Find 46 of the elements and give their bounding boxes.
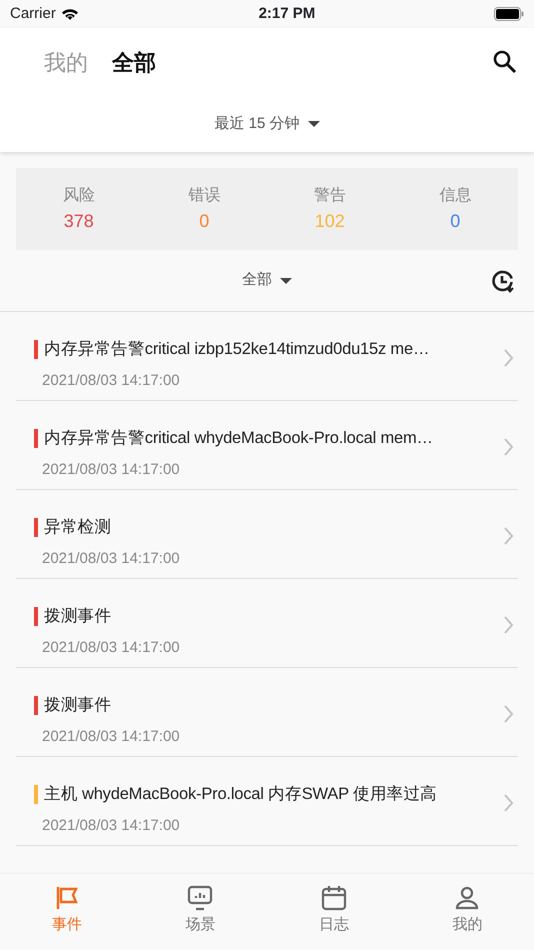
event-row[interactable]: 异常检测 2021/08/03 14:17:00 (16, 490, 518, 579)
event-title: 内存异常告警critical izbp152ke14timzud0du15z me… (44, 339, 430, 360)
header-tab[interactable]: 全部 (100, 42, 168, 82)
tab-bar-item[interactable]: 场景 (134, 874, 267, 950)
event-time: 2021/08/03 14:17:00 (42, 638, 181, 658)
chevron-right-icon (504, 794, 514, 812)
stat-value: 0 (198, 210, 210, 232)
time-range-dropdown[interactable]: 最近 15 分钟 (208, 112, 326, 136)
event-row[interactable]: 内存异常告警critical whydeMacBook-Pro.local mem… 2021/08/03 14:17:00 (16, 401, 518, 490)
stat-value: 378 (62, 210, 95, 232)
monitor-icon (186, 884, 214, 912)
event-time: 2021/08/03 14:17:00 (42, 549, 181, 570)
event-title: 内存异常告警critical whydeMacBook-Pro.local mem… (44, 428, 433, 450)
filter-dropdown[interactable]: 全部 (236, 268, 298, 293)
stat-value: 0 (449, 210, 462, 232)
chevron-right-icon (504, 527, 514, 545)
tab-bar-item[interactable]: 日志 (267, 874, 400, 950)
event-title: 主机 whydeMacBook-Pro.local 内存SWAP 使用率过高 (44, 784, 437, 806)
chevron-right-icon (504, 349, 514, 367)
stat-label: 错误 (187, 186, 222, 206)
stat-label: 警告 (312, 186, 347, 206)
event-title: 异常检测 (44, 517, 112, 538)
chevron-right-icon (504, 616, 514, 634)
event-time: 2021/08/03 14:17:00 (42, 371, 181, 392)
stat-label: 风险 (62, 186, 96, 206)
stat-label: 信息 (438, 186, 472, 206)
carrier-label: Carrier (10, 4, 56, 24)
tab-bar-item[interactable]: 我的 (400, 874, 534, 950)
event-title: 拨测事件 (44, 606, 112, 628)
wifi-icon (60, 7, 80, 21)
event-title: 拨测事件 (44, 695, 112, 716)
event-time: 2021/08/03 14:17:00 (42, 816, 181, 836)
battery-icon (494, 7, 524, 21)
calendar-icon (320, 884, 348, 912)
event-row[interactable]: 拨测事件 2021/08/03 14:17:00 (16, 579, 518, 668)
event-time: 2021/08/03 14:17:00 (42, 460, 181, 480)
chevron-right-icon (504, 438, 514, 456)
event-row[interactable]: 主机 whydeMacBook-Pro.local 内存SWAP 使用率过高 2021/08/03 14:17:00 (16, 757, 518, 846)
clock: 2:17 PM (258, 4, 316, 24)
history-icon[interactable] (490, 268, 516, 294)
stat-value: 102 (314, 210, 346, 232)
chevron-right-icon (504, 705, 514, 723)
event-row[interactable]: 拨测事件 2021/08/03 14:17:00 (16, 668, 518, 757)
search-icon[interactable] (492, 49, 518, 75)
event-row[interactable]: 内存异常告警critical izbp152ke14timzud0du15z me… 2021/08/03 14:17:00 (16, 312, 518, 401)
event-time: 2021/08/03 14:17:00 (42, 727, 181, 748)
